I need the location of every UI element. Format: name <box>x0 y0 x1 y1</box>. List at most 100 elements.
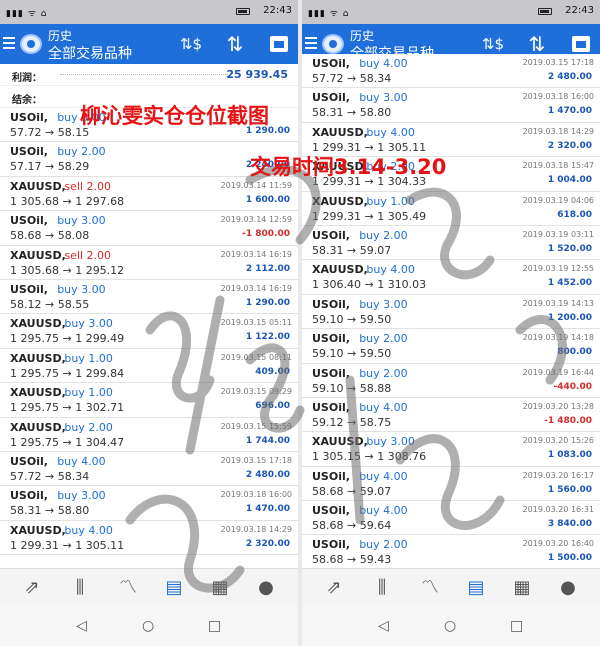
menu-icon[interactable] <box>305 37 317 49</box>
trade-row[interactable]: USOil, buy 2.00 58.31 → 59.07 2019.03.19 03… <box>302 225 600 261</box>
trade-row[interactable]: USOil, buy 3.00 58.31 → 58.80 2019.03.18 16… <box>0 486 298 521</box>
trade-side: sell 2.00 <box>64 179 111 193</box>
trade-row[interactable]: XAUUSD, buy 4.00 1 306.40 → 1 310.03 2019.0… <box>302 260 600 295</box>
status-bar: ▮▮▮ ᯤ ⌂ 22:43 <box>0 0 298 24</box>
home-icon[interactable]: ○ <box>142 618 154 634</box>
trade-prices: 58.31 → 58.80 <box>312 106 392 120</box>
app-logo-icon <box>322 34 344 54</box>
profit-label: 利润： <box>12 73 42 84</box>
history-icon[interactable]: ▤ <box>160 575 188 601</box>
trade-row[interactable]: USOil, buy 4.00 58.68 → 59.07 2019.03.20 16… <box>302 466 600 502</box>
money-transfer-icon[interactable]: ⇅$ <box>178 31 204 57</box>
trade-side: buy 3.00 <box>57 214 106 228</box>
trade-close-time: 2019.03.18 16:00 <box>522 92 594 102</box>
back-icon[interactable]: ◁ <box>378 618 389 634</box>
recent-apps-icon[interactable]: □ <box>208 618 221 634</box>
trade-close-time: 2019.03.18 14:29 <box>220 524 292 534</box>
trade-row[interactable]: USOil, buy 3.00 58.12 → 58.55 2019.03.14 16… <box>0 279 298 315</box>
trade-prices: 1 295.75 → 1 304.47 <box>10 435 125 449</box>
trade-profit: 1 470.00 <box>245 504 290 515</box>
trade-prices: 58.68 → 59.43 <box>312 553 392 567</box>
trade-prices: 1 299.31 → 1 305.49 <box>312 209 427 223</box>
trade-side: buy 4.00 <box>366 263 415 277</box>
trade-row[interactable]: XAUUSD, buy 2.00 1 295.75 → 1 304.47 2019.0… <box>0 417 298 452</box>
trade-side: buy 3.00 <box>366 435 415 449</box>
system-nav: ◁ ○ □ <box>302 606 600 646</box>
profit-value: 25 939.45 <box>226 68 288 81</box>
chart-icon[interactable]: ⫼ <box>368 575 396 601</box>
trade-row[interactable]: USOil, buy 2.00 59.10 → 59.50 2019.03.19 14… <box>302 329 600 364</box>
menu-icon[interactable] <box>3 37 15 49</box>
back-icon[interactable]: ◁ <box>76 618 87 634</box>
trade-row[interactable]: USOil, buy 3.00 58.31 → 58.80 2019.03.18 16… <box>302 88 600 123</box>
graph-icon[interactable]: 〽 <box>114 575 142 601</box>
page-title: 历史 <box>350 29 375 43</box>
trade-row[interactable]: USOil, buy 4.00 57.72 → 58.34 2019.03.15 17… <box>302 54 600 89</box>
trade-row[interactable]: USOil, buy 3.00 59.10 → 59.50 2019.03.19 14… <box>302 294 600 330</box>
trade-row[interactable]: USOil, buy 2.00 58.68 → 59.43 2019.03.20 16… <box>302 535 600 570</box>
trade-profit: 1 083.00 <box>547 450 592 461</box>
trade-symbol: XAUUSD, <box>10 351 66 365</box>
trade-row[interactable]: XAUUSD, buy 3.00 1 305.15 → 1 308.76 2019.0… <box>302 432 600 467</box>
chat-icon[interactable]: ● <box>252 575 280 601</box>
trade-side: buy 1.00 <box>366 194 415 208</box>
trade-symbol: XAUUSD, <box>312 263 368 277</box>
profit-row: 利润： 25 939.45 <box>0 64 298 86</box>
trade-row[interactable]: XAUUSD, buy 1.00 1 299.31 → 1 305.49 2019.0… <box>302 191 600 226</box>
trade-row[interactable]: USOil, buy 2.00 59.10 → 58.88 2019.03.19 16… <box>302 363 600 398</box>
trade-row[interactable]: USOil, buy 4.00 58.68 → 59.64 2019.03.20 16… <box>302 501 600 536</box>
trade-close-time: 2019.03.19 12:55 <box>522 264 594 274</box>
sort-icon[interactable]: ⇅ <box>222 31 248 57</box>
trade-prices: 58.31 → 58.80 <box>10 504 90 518</box>
trade-profit: -440.00 <box>553 381 592 392</box>
trade-row[interactable]: XAUUSD, buy 3.00 1 295.75 → 1 299.49 2019.0… <box>0 314 298 349</box>
news-icon[interactable]: ▦ <box>206 575 234 601</box>
trade-profit: -1 480.00 <box>544 415 592 426</box>
trade-row[interactable]: XAUUSD, buy 1.00 1 295.75 → 1 302.71 2019.0… <box>0 383 298 418</box>
trade-symbol: USOil, <box>312 228 350 242</box>
trade-close-time: 2019.03.20 16:40 <box>522 539 594 549</box>
trade-icon[interactable]: ⇗ <box>320 575 348 601</box>
trade-close-time: 2019.03.19 04:06 <box>522 195 594 205</box>
news-icon[interactable]: ▦ <box>508 575 536 601</box>
trade-prices: 59.10 → 59.50 <box>312 312 392 326</box>
calendar-icon[interactable] <box>266 31 292 57</box>
trade-icon[interactable]: ⇗ <box>18 575 46 601</box>
trade-close-time: 2019.03.14 16:19 <box>220 283 292 293</box>
trade-side: buy 4.00 <box>359 57 408 70</box>
symbol-filter[interactable]: 全部交易品种 <box>48 43 132 63</box>
trade-symbol: USOil, <box>312 538 350 552</box>
trade-row[interactable]: USOil, buy 3.00 58.68 → 58.08 2019.03.14 12… <box>0 211 298 246</box>
trade-prices: 1 305.68 → 1 295.12 <box>10 263 125 277</box>
trade-side: buy 4.00 <box>366 125 415 139</box>
trade-symbol: XAUUSD, <box>10 317 66 331</box>
trade-row[interactable]: XAUUSD, sell 2.00 1 305.68 → 1 297.68 2019.… <box>0 176 298 212</box>
graph-icon[interactable]: 〽 <box>416 575 444 601</box>
trade-profit: -1 800.00 <box>242 229 290 240</box>
trade-symbol: USOil, <box>312 400 350 414</box>
history-icon[interactable]: ▤ <box>462 575 490 601</box>
battery-icon <box>538 8 552 15</box>
trade-row[interactable]: USOil, buy 4.00 57.72 → 58.34 2019.03.15 17… <box>0 451 298 487</box>
trade-row[interactable]: XAUUSD, buy 1.00 1 295.75 → 1 299.84 2019.0… <box>0 348 298 384</box>
trade-symbol: USOil, <box>10 111 48 124</box>
trade-symbol: USOil, <box>312 366 350 380</box>
trade-prices: 57.17 → 58.29 <box>10 160 90 174</box>
trade-symbol: XAUUSD, <box>10 248 66 262</box>
chart-icon[interactable]: ⫼ <box>66 575 94 601</box>
trade-row[interactable]: XAUUSD, buy 4.00 1 299.31 → 1 305.11 2019.0… <box>0 520 298 556</box>
trade-side: buy 2.00 <box>359 538 408 552</box>
trade-side: buy 3.00 <box>57 282 106 296</box>
recent-apps-icon[interactable]: □ <box>510 618 523 634</box>
trade-prices: 1 305.68 → 1 297.68 <box>10 194 125 208</box>
trade-side: buy 4.00 <box>57 454 106 468</box>
chat-icon[interactable]: ● <box>554 575 582 601</box>
trade-profit: 1 452.00 <box>547 278 592 289</box>
trade-side: buy 4.00 <box>359 400 408 414</box>
trade-row[interactable]: XAUUSD, sell 2.00 1 305.68 → 1 295.12 2019.… <box>0 245 298 280</box>
trade-symbol: USOil, <box>10 145 48 159</box>
home-icon[interactable]: ○ <box>444 618 456 634</box>
trade-row[interactable]: USOil, buy 4.00 59.12 → 58.75 2019.03.20 13… <box>302 397 600 433</box>
trade-prices: 1 295.75 → 1 302.71 <box>10 401 125 415</box>
trade-list: USOil, buy 4.00 57.72 → 58.34 2019.03.15 17… <box>302 54 600 570</box>
